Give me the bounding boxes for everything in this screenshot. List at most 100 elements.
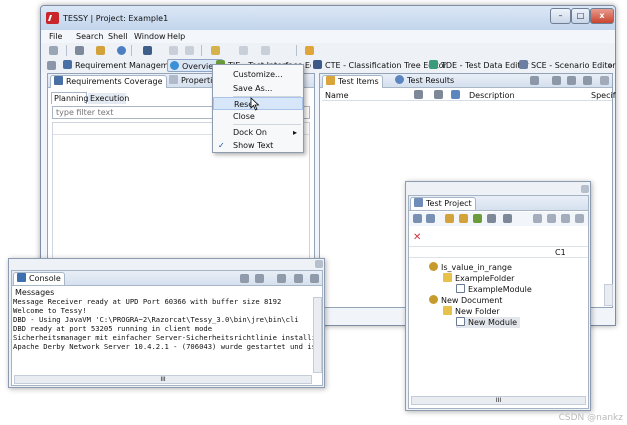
perspective-requirement-management[interactable]: Requirement Management	[63, 59, 182, 72]
target-icon[interactable]	[143, 46, 152, 55]
requirements-icon	[54, 76, 63, 85]
pin-console-icon[interactable]	[277, 274, 286, 283]
tool-icon[interactable]	[445, 214, 454, 223]
nav-prev-icon[interactable]	[239, 46, 248, 55]
tool-icon[interactable]	[561, 214, 570, 223]
tree-item-folder[interactable]: ExampleFolder	[443, 273, 514, 284]
menu-search[interactable]: Search	[76, 32, 103, 41]
more-perspectives-chevron-icon[interactable]: »	[608, 59, 613, 72]
test-project-window: Test Project ✕ C1 Is_value_in_range Exam…	[405, 181, 591, 411]
test-project-tabs: Test Project	[409, 196, 588, 211]
open-perspective-icon[interactable]	[305, 46, 314, 55]
tree-item-file[interactable]: ExampleModule	[456, 284, 532, 295]
project-tree-header: C1	[409, 246, 588, 258]
tool-icon[interactable]	[459, 214, 468, 223]
menu-bar: File Search Shell Window Help	[41, 30, 615, 43]
menu-window[interactable]: Window	[134, 32, 166, 41]
delete-icon[interactable]	[583, 76, 592, 85]
tool-icon[interactable]	[575, 214, 584, 223]
tool-icon[interactable]	[426, 214, 435, 223]
vertical-scrollbar[interactable]	[604, 284, 613, 306]
forward-icon[interactable]	[185, 46, 194, 55]
file-icon	[456, 317, 465, 326]
filter-icon[interactable]	[552, 76, 561, 85]
menu-item-dock-on[interactable]: Dock On ▸	[213, 126, 303, 139]
watermark: CSDN @nankz	[558, 413, 623, 423]
folder-icon	[443, 306, 452, 315]
check-icon: ✓	[218, 141, 225, 150]
tab-console[interactable]: Console	[13, 272, 65, 285]
display-console-icon[interactable]	[294, 274, 303, 283]
restore-icon[interactable]	[581, 185, 589, 193]
perspective-cte[interactable]: CTE - Classification Tree Editor	[313, 59, 447, 72]
menu-file[interactable]: File	[49, 32, 62, 41]
menu-item-save-as[interactable]: Save As...	[213, 82, 303, 95]
toolbar-separator	[201, 45, 202, 56]
tab-label: Console	[29, 274, 61, 283]
menu-item-show-text[interactable]: ✓ Show Text	[213, 139, 303, 152]
settings-icon[interactable]	[567, 76, 576, 85]
menu-item-customize[interactable]: Customize...	[213, 68, 303, 81]
execute-icon[interactable]	[530, 76, 539, 85]
maximize-button[interactable]: □	[571, 8, 590, 24]
tab-test-items[interactable]: Test Items	[322, 75, 383, 88]
submenu-arrow-icon: ▸	[293, 128, 298, 137]
minimize-button[interactable]: –	[550, 8, 571, 24]
close-button[interactable]: x	[590, 8, 614, 24]
tab-requirements-coverage[interactable]: Requirements Coverage	[50, 75, 167, 88]
tde-icon	[429, 60, 438, 69]
tree-item-file-selected[interactable]: New Module	[456, 317, 521, 328]
tool-icon[interactable]	[503, 214, 512, 223]
tree-item-module[interactable]: Is_value_in_range	[429, 262, 512, 273]
project-horizontal-scrollbar[interactable]: III	[411, 396, 586, 405]
folder-icon	[443, 273, 452, 282]
menu-item-label: Show Text	[233, 141, 274, 150]
perspective-tde[interactable]: TDE - Test Data Editor	[429, 59, 529, 72]
perspective-label: SCE - Scenario Editor	[531, 61, 616, 70]
column-c1[interactable]: C1	[555, 248, 566, 257]
console-panel: Console Messages Message Receiver ready …	[11, 270, 323, 386]
tool-icon[interactable]	[413, 214, 422, 223]
tree-item-module[interactable]: New Document	[429, 295, 502, 306]
new-console-icon[interactable]	[310, 274, 319, 283]
menu-shell[interactable]: Shell	[108, 32, 128, 41]
user-icon[interactable]	[96, 46, 105, 55]
console-horizontal-scrollbar[interactable]: III	[14, 375, 312, 384]
tool-icon[interactable]	[533, 214, 542, 223]
minimize-panel-icon[interactable]	[600, 76, 609, 85]
perspective-sce[interactable]: SCE - Scenario Editor	[519, 59, 616, 72]
console-window: Console Messages Message Receiver ready …	[8, 258, 325, 388]
refresh-icon[interactable]	[117, 46, 126, 55]
tab-test-project[interactable]: Test Project	[410, 197, 476, 210]
toolbar-separator	[131, 45, 132, 56]
subtab-planning[interactable]: Planning	[51, 92, 88, 104]
test-results-icon	[395, 75, 404, 84]
clear-console-icon[interactable]	[240, 274, 249, 283]
scroll-lock-icon[interactable]	[255, 274, 264, 283]
run-icon[interactable]	[487, 214, 496, 223]
column-spec[interactable]: Specif	[591, 91, 616, 100]
menu-item-close[interactable]: Close	[213, 110, 303, 123]
run-icon[interactable]	[75, 46, 84, 55]
console-output[interactable]: Message Receiver ready at UPD Port 60366…	[13, 297, 313, 369]
restore-icon[interactable]	[315, 260, 323, 268]
save-icon[interactable]	[49, 46, 58, 55]
delete-icon[interactable]: ✕	[413, 233, 421, 243]
nav-next-icon[interactable]	[261, 46, 270, 55]
back-icon[interactable]	[169, 46, 178, 55]
pen-icon[interactable]	[211, 46, 220, 55]
tab-test-results[interactable]: Test Results	[392, 75, 457, 88]
column-description[interactable]: Description	[469, 91, 515, 100]
tool-icon[interactable]	[473, 214, 482, 223]
menu-help[interactable]: Help	[167, 32, 185, 41]
console-section-label: Messages	[15, 288, 55, 297]
subtab-execution[interactable]: Execution	[88, 93, 129, 104]
perspective-menu-icon[interactable]	[47, 61, 56, 70]
console-line: DBD ready at port 53205 running in clien…	[13, 324, 213, 333]
console-vertical-scrollbar[interactable]	[313, 297, 322, 373]
console-line: DBD - Using JavaVM 'C:\PROGRA~2\Razorcat…	[13, 315, 299, 324]
tool-icon[interactable]	[547, 214, 556, 223]
column-name[interactable]: Name	[325, 91, 349, 100]
project-tree[interactable]: Is_value_in_range ExampleFolder ExampleM…	[409, 262, 588, 382]
tree-item-folder[interactable]: New Folder	[443, 306, 500, 317]
